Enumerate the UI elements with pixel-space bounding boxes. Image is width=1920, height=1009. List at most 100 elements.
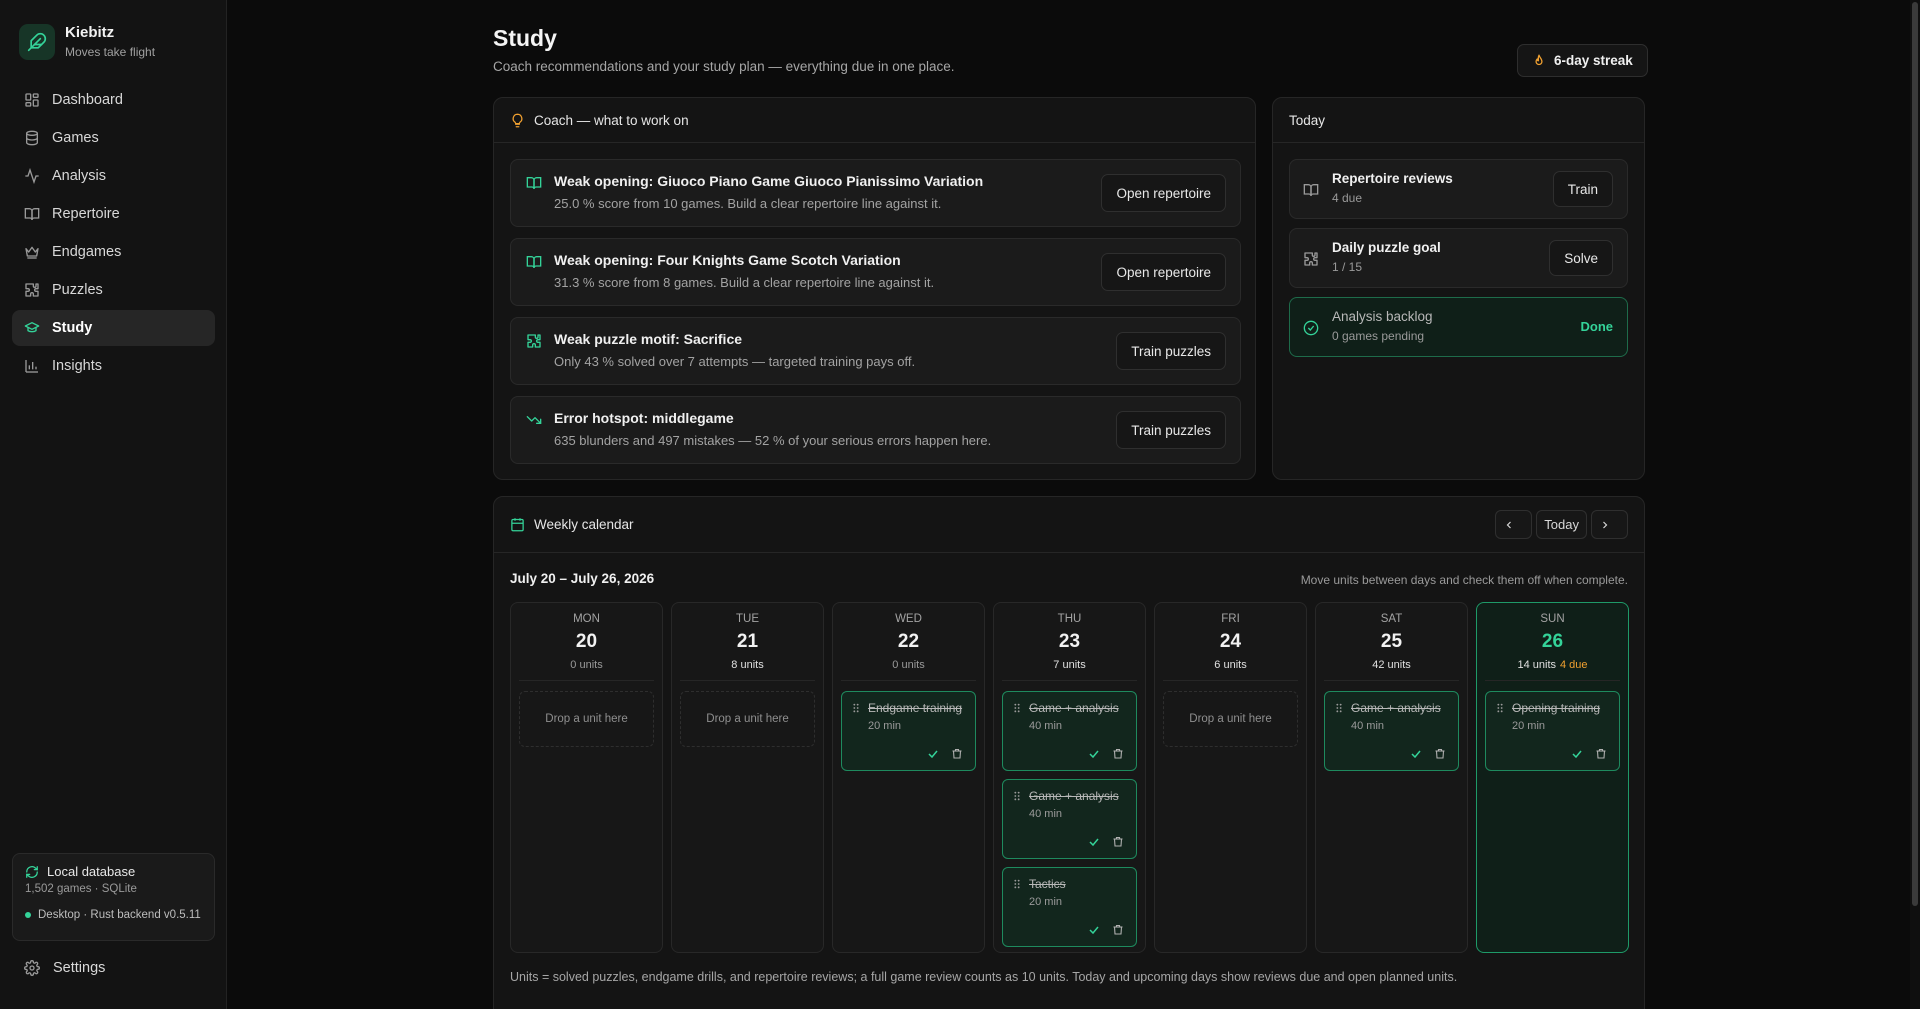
sidebar-item-dashboard[interactable]: Dashboard (12, 82, 215, 118)
day-column-sun[interactable]: SUN 26 14 units 4 due Opening training 20 min (1476, 602, 1629, 953)
task-sub: 4 due (1332, 191, 1363, 205)
day-column-fri[interactable]: FRI 24 6 units Drop a unit here (1154, 602, 1307, 953)
trash-icon[interactable] (951, 748, 963, 760)
trash-icon[interactable] (1112, 836, 1124, 848)
done-status: Done (1580, 319, 1614, 334)
weekly-calendar: Weekly calendar Today July 20 – July 26,… (493, 496, 1645, 1009)
drop-zone[interactable]: Drop a unit here (680, 691, 815, 747)
day-column-thu[interactable]: THU 23 7 units Game + analysis 40 min Game + … (993, 602, 1146, 953)
recommendation-item: Weak opening: Four Knights Game Scotch V… (510, 238, 1241, 306)
study-unit[interactable]: Endgame training 20 min (841, 691, 976, 771)
today-header: Today (1273, 98, 1644, 143)
calendar-title: Weekly calendar (534, 517, 634, 532)
check-icon[interactable] (1088, 836, 1100, 848)
scrollbar-thumb[interactable] (1912, 2, 1918, 906)
sidebar-item-study[interactable]: Study (12, 310, 215, 346)
today-button[interactable]: Today (1536, 510, 1587, 539)
task-sub: 1 / 15 (1332, 260, 1363, 274)
recommendation-item: Weak puzzle motif: Sacrifice Only 43 % s… (510, 317, 1241, 385)
task-title: Analysis backlog (1332, 309, 1433, 324)
trash-icon[interactable] (1595, 748, 1607, 760)
feather-logo-icon (19, 24, 55, 60)
sidebar-item-insights[interactable]: Insights (12, 348, 215, 384)
open-repertoire-button[interactable]: Open repertoire (1101, 253, 1226, 291)
sidebar-nav: Dashboard Games Analysis Repertoire Endg… (12, 82, 215, 386)
graduation-cap-icon (24, 322, 40, 333)
check-icon[interactable] (1410, 748, 1422, 760)
day-divider (519, 680, 654, 681)
check-icon[interactable] (927, 748, 939, 760)
task-title: Repertoire reviews (1332, 171, 1453, 186)
gear-icon (24, 960, 40, 976)
solve-button[interactable]: Solve (1549, 240, 1613, 276)
next-week-button[interactable] (1591, 510, 1628, 539)
recommendation-title: Weak opening: Four Knights Game Scotch V… (554, 252, 901, 268)
sidebar-item-repertoire[interactable]: Repertoire (12, 196, 215, 232)
trash-icon[interactable] (1112, 748, 1124, 760)
day-divider (1485, 680, 1620, 681)
streak-label: 6-day streak (1554, 53, 1633, 68)
day-column-mon[interactable]: MON 20 0 units Drop a unit here (510, 602, 663, 953)
day-number: 23 (1058, 631, 1081, 652)
backend-status: Desktop · Rust backend v0.5.11 (38, 909, 201, 921)
book-open-icon (526, 177, 542, 190)
day-divider (1163, 680, 1298, 681)
recommendation-item: Weak opening: Giuoco Piano Game Giuoco P… (510, 159, 1241, 227)
today-title: Today (1289, 112, 1326, 128)
trending-down-icon (526, 416, 542, 424)
recommendation-desc: Only 43 % solved over 7 attempts — targe… (554, 354, 916, 369)
study-unit[interactable]: Game + analysis 40 min (1002, 779, 1137, 859)
day-number: 22 (897, 631, 920, 652)
day-name: WED (895, 613, 922, 625)
day-number: 25 (1380, 631, 1403, 652)
sidebar-item-analysis[interactable]: Analysis (12, 158, 215, 194)
train-puzzles-button[interactable]: Train puzzles (1116, 411, 1226, 449)
db-summary: 1,502 games · SQLite (25, 883, 137, 895)
units-count: 42 units (1372, 659, 1411, 671)
open-repertoire-button[interactable]: Open repertoire (1101, 174, 1226, 212)
units-count: 8 units (731, 659, 764, 671)
drag-handle-icon[interactable] (1013, 703, 1021, 713)
study-unit[interactable]: Game + analysis 40 min (1324, 691, 1459, 771)
trash-icon[interactable] (1112, 924, 1124, 936)
day-column-tue[interactable]: TUE 21 8 units Drop a unit here (671, 602, 824, 953)
drag-handle-icon[interactable] (1013, 791, 1021, 801)
coach-header: Coach — what to work on (494, 98, 1255, 143)
brand[interactable]: Kiebitz Moves take flight (19, 24, 155, 60)
study-unit[interactable]: Tactics 20 min (1002, 867, 1137, 947)
check-icon[interactable] (1088, 924, 1100, 936)
train-button[interactable]: Train (1552, 171, 1613, 207)
day-name: TUE (736, 613, 759, 625)
drag-handle-icon[interactable] (1013, 879, 1021, 889)
flame-icon (1535, 54, 1543, 65)
task-item: Repertoire reviews 4 due Train (1289, 159, 1628, 219)
recommendation-desc: 635 blunders and 497 mistakes — 52 % of … (554, 433, 992, 448)
day-column-sat[interactable]: SAT 25 42 units Game + analysis 40 min (1315, 602, 1468, 953)
sidebar-item-games[interactable]: Games (12, 120, 215, 156)
drop-zone[interactable]: Drop a unit here (1163, 691, 1298, 747)
sidebar-item-puzzles[interactable]: Puzzles (12, 272, 215, 308)
prev-week-button[interactable] (1495, 510, 1533, 539)
puzzle-icon (25, 283, 39, 297)
day-name: SUN (1540, 613, 1565, 625)
check-icon[interactable] (1088, 748, 1100, 760)
drag-handle-icon[interactable] (852, 703, 860, 713)
calendar-icon (511, 518, 524, 532)
app-tagline: Moves take flight (65, 45, 156, 59)
study-unit[interactable]: Opening training 20 min (1485, 691, 1620, 771)
trash-icon[interactable] (1434, 748, 1446, 760)
train-puzzles-button[interactable]: Train puzzles (1116, 332, 1226, 370)
book-icon (1303, 184, 1319, 197)
drop-zone[interactable]: Drop a unit here (519, 691, 654, 747)
sidebar-item-endgames[interactable]: Endgames (12, 234, 215, 270)
day-units: 14 units 4 due (1477, 659, 1628, 671)
unit-duration: 20 min (1512, 720, 1546, 732)
day-column-wed[interactable]: WED 22 0 units Endgame training 20 min (832, 602, 985, 953)
task-title: Daily puzzle goal (1332, 240, 1441, 255)
settings-link[interactable]: Settings (24, 960, 105, 976)
puzzle-icon (527, 334, 541, 348)
drag-handle-icon[interactable] (1496, 703, 1504, 713)
study-unit[interactable]: Game + analysis 40 min (1002, 691, 1137, 771)
drag-handle-icon[interactable] (1335, 703, 1343, 713)
check-icon[interactable] (1571, 748, 1583, 760)
